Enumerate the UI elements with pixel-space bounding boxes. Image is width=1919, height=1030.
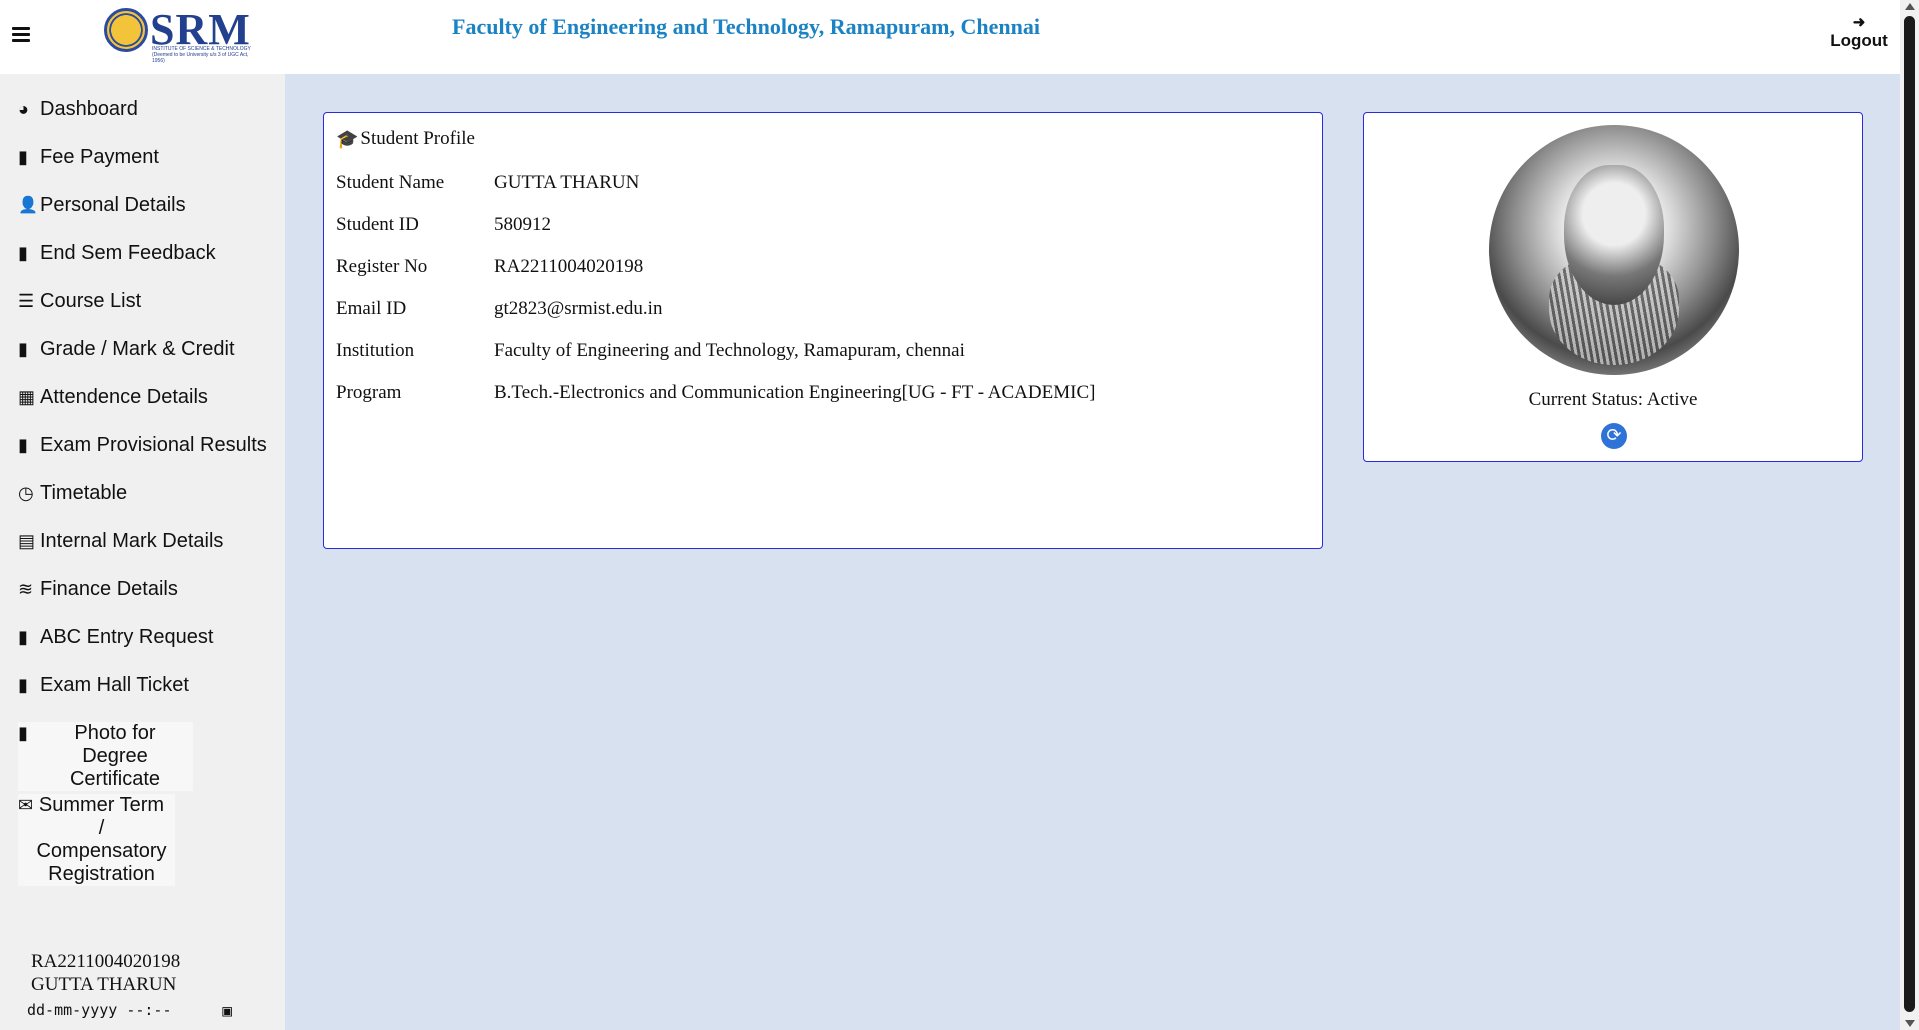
sidebar-register-no: RA2211004020198 [31,951,181,972]
sidebar-student-name: GUTTA THARUN [31,974,177,995]
sidebar-item-course-list[interactable]: ☰ Course List [18,290,141,313]
profile-key: Program [336,382,402,403]
hamburger-menu-button[interactable] [12,27,30,42]
sidebar-item-label: Internal Mark Details [40,530,224,552]
sidebar-item-label: Exam Provisional Results [40,434,267,456]
sidebar-item-label: Grade / Mark & Credit [40,338,235,360]
calculator-icon: ▦ [18,387,36,407]
sidebar-item-photo-for-degree-certificate[interactable]: ▮ Photo for Degree Certificate [18,722,193,791]
profile-value: GUTTA THARUN [494,172,640,193]
sign-out-icon: ➜ [1852,14,1866,31]
user-icon: 👤 [18,197,38,214]
file-icon: ▮ [18,435,28,455]
scroll-up-icon[interactable] [1905,3,1915,10]
sidebar-item-dashboard[interactable]: ◕ Dashboard [18,98,138,121]
graduation-cap-icon: 🎓 [336,128,359,149]
logout-label: Logout [1830,31,1888,50]
list-icon: ☰ [18,291,35,311]
sidebar-item-label: End Sem Feedback [40,242,216,264]
clock-icon: ◷ [18,483,34,503]
sidebar-item-label: Timetable [40,482,128,504]
sidebar-item-attendence-details[interactable]: ▦ Attendence Details [18,386,208,409]
sidebar-item-label: Finance Details [40,578,178,600]
sidebar-item-fee-payment[interactable]: ▮ Fee Payment [18,146,159,169]
profile-key: Student ID [336,214,419,235]
sidebar-item-label: Photo for Degree Certificate [69,722,161,790]
sidebar-item-label: Summer Term / Compensatory Registration [36,794,167,885]
datetime-input[interactable]: dd-mm-yyyy --:-- ▣ [27,998,232,1022]
profile-value: B.Tech.-Electronics and Communication En… [494,382,1096,403]
sidebar-item-label: Dashboard [40,98,138,120]
card-title: 🎓 Student Profile [336,128,475,150]
card-title-text: Student Profile [360,128,475,149]
scroll-thumb[interactable] [1904,16,1915,1012]
logo-subtitle: INSTITUTE OF SCIENCE & TECHNOLOGY (Deeme… [152,46,251,64]
sidebar-item-grade-mark-credit[interactable]: ▮ Grade / Mark & Credit [18,338,235,361]
sidebar: ◕ Dashboard ▮ Fee Payment 👤 Personal Det… [0,74,285,1030]
calendar-icon[interactable]: ▣ [222,1001,232,1020]
current-status: Current Status: Active [1528,389,1698,410]
profile-key: Institution [336,340,415,361]
sidebar-item-exam-provisional-results[interactable]: ▮ Exam Provisional Results [18,434,267,457]
file-icon: ▮ [18,675,28,695]
student-profile-card: 🎓 Student Profile Student Name GUTTA THA… [323,112,1323,549]
sidebar-item-finance-details[interactable]: ≋ Finance Details [18,578,178,601]
file-icon: ▮ [18,339,28,359]
file-icon: ▮ [18,627,28,647]
profile-value: 580912 [494,214,551,235]
profile-key: Register No [336,256,428,277]
profile-key: Student Name [336,172,445,193]
logout-button[interactable]: ➜ Logout [1826,15,1892,51]
student-photo-card: Current Status: Active ⟳ [1363,112,1863,462]
dashboard-icon: ◕ [18,99,29,119]
refresh-icon[interactable]: ⟳ [1601,423,1627,449]
student-photo [1489,125,1739,375]
sidebar-item-label: Fee Payment [40,146,159,168]
sidebar-item-summer-term-registration[interactable]: ✉ Summer Term / Compensatory Registratio… [18,794,175,886]
sidebar-item-exam-hall-ticket[interactable]: ▮ Exam Hall Ticket [18,674,189,697]
table-icon: ▤ [18,531,36,551]
profile-key: Email ID [336,298,407,319]
sidebar-item-end-sem-feedback[interactable]: ▮ End Sem Feedback [18,242,216,265]
profile-value: RA2211004020198 [494,256,644,277]
file-icon: ▮ [18,723,28,743]
srm-logo[interactable]: SRM INSTITUTE OF SCIENCE & TECHNOLOGY (D… [104,5,254,64]
sidebar-item-label: Exam Hall Ticket [40,674,189,696]
top-header: SRM INSTITUTE OF SCIENCE & TECHNOLOGY (D… [0,0,1900,74]
scroll-down-icon[interactable] [1905,1020,1915,1027]
file-icon: ▮ [18,147,28,167]
sidebar-item-timetable[interactable]: ◷ Timetable [18,482,127,505]
sidebar-item-abc-entry-request[interactable]: ▮ ABC Entry Request [18,626,213,649]
sidebar-item-internal-mark-details[interactable]: ▤ Internal Mark Details [18,530,223,553]
file-icon: ▮ [18,243,28,263]
photo-detail [1564,165,1664,305]
page-scrollbar[interactable] [1900,0,1919,1030]
datetime-placeholder: dd-mm-yyyy --:-- [27,1001,172,1019]
sidebar-item-label: Personal Details [40,194,186,216]
sidebar-item-label: Attendence Details [40,386,208,408]
srm-seal-icon [104,8,148,52]
sidebar-item-label: ABC Entry Request [40,626,214,648]
sidebar-item-personal-details[interactable]: 👤 Personal Details [18,194,186,217]
hamburger-icon-line [12,39,30,42]
profile-value: gt2823@srmist.edu.in [494,298,663,319]
coins-icon: ≋ [18,579,34,599]
profile-value: Faculty of Engineering and Technology, R… [494,340,965,361]
hamburger-icon-line [12,33,30,36]
page-title: Faculty of Engineering and Technology, R… [452,14,1040,39]
sidebar-item-label: Course List [40,290,142,312]
hamburger-icon-line [12,27,30,30]
